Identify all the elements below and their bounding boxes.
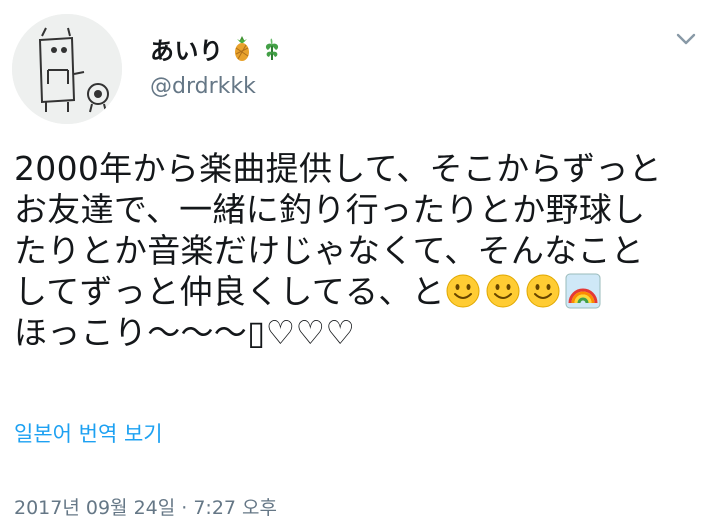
hearts-text: ▯♡♡♡ [247,313,356,352]
chevron-down-icon[interactable] [674,30,698,50]
tweet-line-with-emojis: してずっと仲良くしてる、と [14,271,714,312]
tweet-line: たりとか音楽だけじゃなくて、そんなこと [14,231,645,270]
tweet-line: お友達で、一緒に釣り行ったりとか野球し [14,190,646,229]
tweet-line-with-suffix: ほっこり〜〜〜▯♡♡♡ [14,312,714,353]
translate-link[interactable]: 일본어 번역 보기 [14,418,163,448]
tweet-text: 2000年から楽曲提供して、そこからずっと お友達で、一緒に釣り行ったりとか野球… [14,148,714,353]
tweet-line: 2000年から楽曲提供して、そこからずっと [14,149,662,188]
avatar-drawing-icon [12,14,122,124]
herb-icon [260,34,284,62]
smiley-icon [445,273,481,309]
tweet-line: してずっと仲良くしてる、と [14,272,445,311]
user-name-row: あいり [150,30,284,66]
rainbow-icon [565,273,601,309]
timestamp[interactable]: 2017년 09월 24일 · 7:27 오후 [14,493,277,520]
smiley-icon [525,273,561,309]
pineapple-icon [230,34,254,62]
smiley-icon [485,273,521,309]
display-name[interactable]: あいり [150,31,224,66]
avatar[interactable] [12,14,122,124]
tweet-line: ほっこり〜〜〜 [14,313,248,352]
user-handle[interactable]: @drdrkkk [150,74,256,99]
